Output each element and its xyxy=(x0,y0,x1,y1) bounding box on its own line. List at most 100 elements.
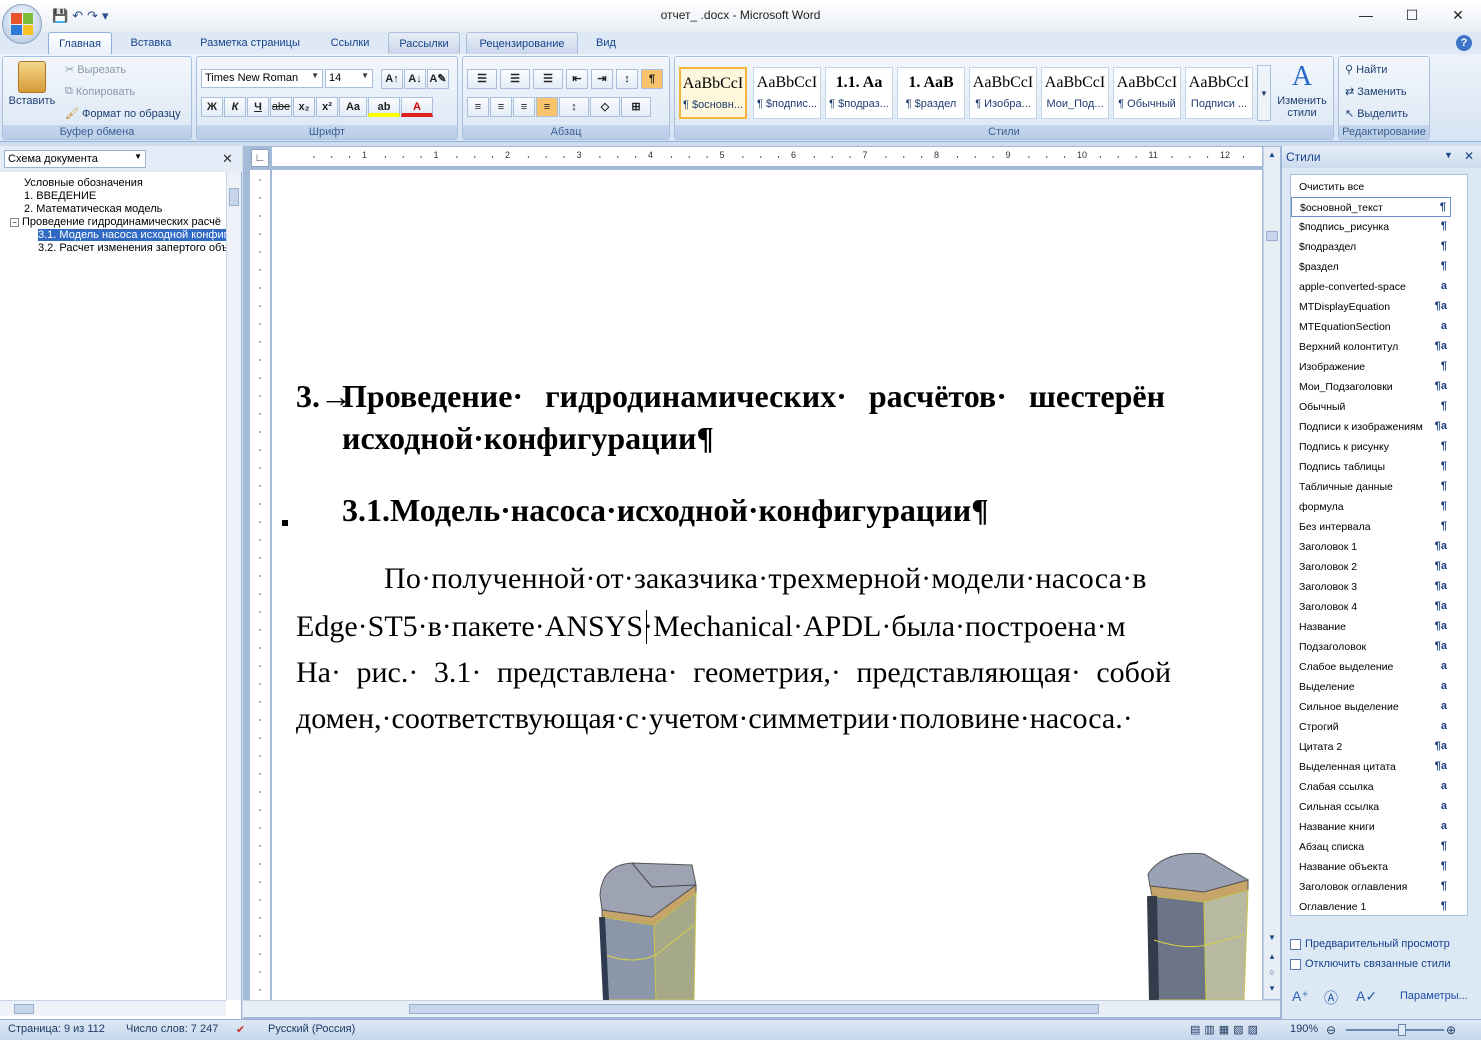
tab-review[interactable]: Рецензирование xyxy=(466,32,578,54)
style-tile[interactable]: AaBbCcI ¶ Изобра... xyxy=(969,67,1037,119)
numbering-icon[interactable]: ☰ xyxy=(500,69,530,89)
style-tile[interactable]: 1.1. Aa ¶ $подраз... xyxy=(825,67,893,119)
document-map-combo[interactable]: Схема документа ▼ xyxy=(4,150,146,168)
align-center-icon[interactable]: ≡ xyxy=(490,97,512,117)
manage-styles-icon[interactable]: A✓ xyxy=(1356,988,1377,1005)
document-page[interactable]: 3.→ Проведение· гидродинамических· расчё… xyxy=(272,170,1262,1000)
style-inspector-icon[interactable]: Ⓐ xyxy=(1324,988,1338,1008)
style-list-item[interactable]: Изображение ¶ xyxy=(1291,357,1451,377)
format-painter-button[interactable]: 🖌 Формат по образцу xyxy=(65,107,181,121)
nav-item[interactable]: 3.2. Расчет изменения запертого объ xyxy=(38,242,226,254)
document-hscrollbar[interactable] xyxy=(243,1000,1280,1017)
nav-item[interactable]: 2. Математическая модель xyxy=(24,203,162,215)
tab-selector-icon[interactable]: ∟ xyxy=(251,149,269,167)
zoom-slider[interactable] xyxy=(1346,1029,1444,1031)
grow-font-button[interactable]: A↑ xyxy=(381,69,403,89)
strikethrough-button[interactable]: abe xyxy=(270,97,292,117)
subscript-button[interactable]: x₂ xyxy=(293,97,315,117)
preview-checkbox[interactable] xyxy=(1290,938,1301,950)
linked-styles-checkbox[interactable] xyxy=(1290,958,1301,970)
style-list-item[interactable]: Мои_Подзаголовки ¶a xyxy=(1291,377,1451,397)
justify-icon[interactable]: ≡ xyxy=(536,97,558,117)
style-list-item[interactable]: MTEquationSection a xyxy=(1291,317,1451,337)
linked-checkbox-row[interactable]: Отключить связанные стили xyxy=(1290,958,1450,970)
next-page-icon[interactable]: ▾ xyxy=(1264,983,1280,997)
line-spacing-icon[interactable]: ↕ xyxy=(559,97,589,117)
style-tile[interactable]: AaBbCcI ¶ $основн... xyxy=(679,67,747,119)
new-style-icon[interactable]: A⁺ xyxy=(1292,988,1309,1005)
style-list-item[interactable]: $подраздел ¶ xyxy=(1291,237,1451,257)
zoom-out-icon[interactable]: ⊖ xyxy=(1326,1023,1336,1037)
shading-icon[interactable]: ◇ xyxy=(590,97,620,117)
style-list-item[interactable]: Сильная ссылка a xyxy=(1291,797,1451,817)
style-list-item[interactable]: Заголовок 3 ¶a xyxy=(1291,577,1451,597)
increase-indent-icon[interactable]: ⇥ xyxy=(591,69,613,89)
style-list-item[interactable]: Выделенная цитата ¶a xyxy=(1291,757,1451,777)
select-browse-object-icon[interactable]: ○ xyxy=(1264,967,1280,981)
style-list-item[interactable]: Заголовок 2 ¶a xyxy=(1291,557,1451,577)
multilevel-list-icon[interactable]: ☰ xyxy=(533,69,563,89)
pane-menu-icon[interactable]: ▼ xyxy=(1444,150,1453,160)
font-name-combo[interactable]: Times New Roman ▼ xyxy=(201,69,323,88)
style-list-item[interactable]: $подпись_рисунка ¶ xyxy=(1291,217,1451,237)
scroll-up-icon[interactable]: ▲ xyxy=(1264,147,1280,163)
save-icon[interactable]: 💾 xyxy=(52,8,68,24)
tab-insert[interactable]: Вставка xyxy=(118,32,184,54)
document-map-hscrollbar[interactable] xyxy=(0,1000,226,1016)
word-count[interactable]: Число слов: 7 247 xyxy=(126,1023,218,1035)
style-list-item[interactable]: Заголовок 4 ¶a xyxy=(1291,597,1451,617)
style-list-item[interactable]: Подзаголовок ¶a xyxy=(1291,637,1451,657)
copy-button[interactable]: ⧉ Копировать xyxy=(65,85,135,98)
zoom-in-icon[interactable]: ⊕ xyxy=(1446,1023,1456,1037)
styles-gallery-scroll[interactable]: ▼ xyxy=(1257,65,1271,121)
minimize-button[interactable]: — xyxy=(1343,4,1389,26)
find-button[interactable]: ⚲ Найти xyxy=(1345,63,1387,77)
scroll-thumb[interactable] xyxy=(229,188,239,206)
style-tile[interactable]: 1. AaB ¶ $раздел xyxy=(897,67,965,119)
style-list-item[interactable]: apple-converted-space a xyxy=(1291,277,1451,297)
tab-view[interactable]: Вид xyxy=(584,32,628,54)
language[interactable]: Русский (Россия) xyxy=(268,1023,355,1035)
tab-home[interactable]: Главная xyxy=(48,32,112,54)
select-button[interactable]: ↖ Выделить xyxy=(1345,107,1408,121)
style-list-item[interactable]: Слабая ссылка a xyxy=(1291,777,1451,797)
style-list-item[interactable]: Слабое выделение a xyxy=(1291,657,1451,677)
close-pane-icon[interactable]: ✕ xyxy=(222,151,233,167)
style-list-item[interactable]: Название ¶a xyxy=(1291,617,1451,637)
cut-button[interactable]: ✂ Вырезать xyxy=(65,63,126,77)
page-count[interactable]: Страница: 9 из 112 xyxy=(8,1023,105,1035)
collapse-icon[interactable]: − xyxy=(10,218,19,227)
preview-checkbox-row[interactable]: Предварительный просмотр xyxy=(1290,938,1450,950)
style-list-item[interactable]: Оглавление 1 ¶ xyxy=(1291,897,1451,915)
style-list-item[interactable]: Табличные данные ¶ xyxy=(1291,477,1451,497)
font-size-combo[interactable]: 14 ▼ xyxy=(325,69,373,88)
style-list-item[interactable]: Очистить все xyxy=(1291,177,1451,197)
underline-button[interactable]: Ч xyxy=(247,97,269,117)
view-buttons[interactable]: ▤▥▦▧▨ xyxy=(1190,1023,1262,1036)
paste-button[interactable]: Вставить xyxy=(7,61,57,107)
align-right-icon[interactable]: ≡ xyxy=(513,97,535,117)
style-list-item[interactable]: Заголовок 1 ¶a xyxy=(1291,537,1451,557)
highlight-button[interactable]: ab xyxy=(368,97,400,117)
clear-format-button[interactable]: A✎ xyxy=(427,69,449,89)
style-list-item[interactable]: Подпись таблицы ¶ xyxy=(1291,457,1451,477)
style-tile[interactable]: AaBbCcI Мои_Под... xyxy=(1041,67,1109,119)
options-link[interactable]: Параметры... xyxy=(1400,990,1468,1002)
style-list-item[interactable]: $раздел ¶ xyxy=(1291,257,1451,277)
change-case-button[interactable]: Aa xyxy=(339,97,367,117)
nav-item[interactable]: Условные обозначения xyxy=(24,177,143,189)
decrease-indent-icon[interactable]: ⇤ xyxy=(566,69,588,89)
style-list-item[interactable]: Подпись к рисунку ¶ xyxy=(1291,437,1451,457)
nav-item[interactable]: 1. ВВЕДЕНИЕ xyxy=(24,190,96,202)
style-list-item[interactable]: Подписи к изображениям ¶a xyxy=(1291,417,1451,437)
style-list-item[interactable]: Верхний колонтитул ¶a xyxy=(1291,337,1451,357)
document-map-scrollbar[interactable] xyxy=(226,172,241,1000)
scroll-thumb[interactable] xyxy=(409,1004,1099,1014)
customize-qat-icon[interactable]: ▾ xyxy=(102,8,109,24)
style-list-item[interactable]: MTDisplayEquation ¶a xyxy=(1291,297,1451,317)
style-list-item[interactable]: Абзац списка ¶ xyxy=(1291,837,1451,857)
style-list-item[interactable]: Сильное выделение a xyxy=(1291,697,1451,717)
style-list-item[interactable]: Заголовок оглавления ¶ xyxy=(1291,877,1451,897)
style-list-item[interactable]: Обычный ¶ xyxy=(1291,397,1451,417)
style-list-item[interactable]: Выделение a xyxy=(1291,677,1451,697)
